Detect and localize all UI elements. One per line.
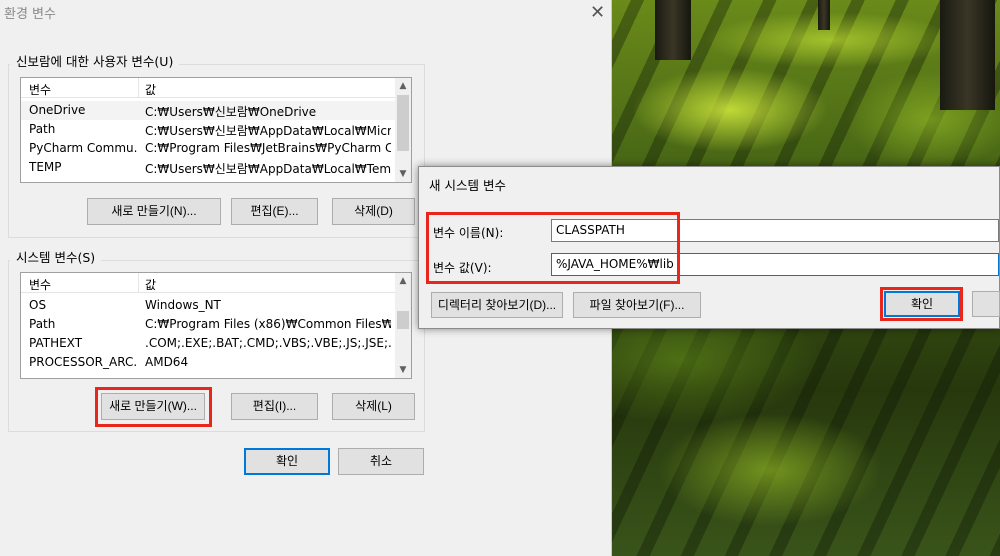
column-header-value[interactable]: 값: [145, 81, 391, 98]
list-scrollbar[interactable]: ▲ ▼: [395, 273, 411, 378]
list-item[interactable]: OneDrive C:₩Users₩신보람₩OneDrive: [21, 101, 395, 120]
window-title: 환경 변수: [4, 7, 56, 22]
dialog-ok-button[interactable]: 확인: [884, 291, 960, 317]
list-header: 변수 값: [21, 78, 395, 98]
scroll-down-icon[interactable]: ▼: [395, 166, 411, 182]
tree-trunk: [818, 0, 830, 30]
scroll-down-icon[interactable]: ▼: [395, 362, 411, 378]
system-variables-label: 시스템 변수(S): [10, 247, 102, 266]
browse-directory-button[interactable]: 디렉터리 찾아보기(D)...: [431, 292, 563, 318]
user-variables-list[interactable]: 변수 값 OneDrive C:₩Users₩신보람₩OneDrive Path…: [20, 77, 412, 183]
user-new-button[interactable]: 새로 만들기(N)...: [87, 198, 221, 225]
system-edit-button[interactable]: 편집(I)...: [231, 393, 318, 420]
scrollbar-thumb[interactable]: [397, 95, 409, 151]
dialog-cancel-button[interactable]: [972, 291, 1000, 317]
new-system-variable-dialog: 새 시스템 변수 변수 이름(N): CLASSPATH 변수 값(V): %J…: [418, 166, 1000, 329]
tree-trunk: [940, 0, 995, 110]
column-header-variable[interactable]: 변수: [29, 81, 137, 98]
list-scrollbar[interactable]: ▲ ▼: [395, 78, 411, 182]
scrollbar-thumb[interactable]: [397, 311, 409, 329]
scroll-up-icon[interactable]: ▲: [395, 273, 411, 289]
user-delete-button[interactable]: 삭제(D): [332, 198, 415, 225]
column-header-value[interactable]: 값: [145, 276, 391, 293]
close-icon[interactable]: ✕: [590, 2, 605, 23]
list-item[interactable]: PyCharm Commu... C:₩Program Files₩JetBra…: [21, 139, 395, 158]
system-delete-button[interactable]: 삭제(L): [332, 393, 415, 420]
system-variables-list[interactable]: 변수 값 OS Windows_NT Path C:₩Program Files…: [20, 272, 412, 379]
column-header-variable[interactable]: 변수: [29, 276, 137, 293]
list-item[interactable]: TEMP C:₩Users₩신보람₩AppData₩Local₩Temp: [21, 158, 395, 177]
scroll-up-icon[interactable]: ▲: [395, 78, 411, 94]
list-item[interactable]: PATHEXT .COM;.EXE;.BAT;.CMD;.VBS;.VBE;.J…: [21, 334, 395, 353]
list-item[interactable]: Path C:₩Users₩신보람₩AppData₩Local₩Micros..…: [21, 120, 395, 139]
list-item[interactable]: PROCESSOR_ARC... AMD64: [21, 353, 395, 372]
browse-file-button[interactable]: 파일 찾아보기(F)...: [573, 292, 701, 318]
list-item[interactable]: Path C:₩Program Files (x86)₩Common Files…: [21, 315, 395, 334]
list-header: 변수 값: [21, 273, 395, 293]
variable-name-input[interactable]: CLASSPATH: [551, 219, 999, 242]
system-new-button[interactable]: 새로 만들기(W)...: [101, 393, 205, 420]
tree-trunk: [655, 0, 691, 60]
variable-value-label: 변수 값(V):: [433, 261, 492, 275]
variable-name-label: 변수 이름(N):: [433, 226, 504, 240]
dialog-title: 새 시스템 변수: [429, 178, 506, 193]
user-edit-button[interactable]: 편집(E)...: [231, 198, 318, 225]
ok-button[interactable]: 확인: [244, 448, 330, 475]
cancel-button[interactable]: 취소: [338, 448, 424, 475]
user-variables-label: 신보람에 대한 사용자 변수(U): [10, 51, 180, 70]
list-item[interactable]: OS Windows_NT: [21, 296, 395, 315]
variable-value-input[interactable]: %JAVA_HOME%₩lib: [551, 253, 999, 276]
